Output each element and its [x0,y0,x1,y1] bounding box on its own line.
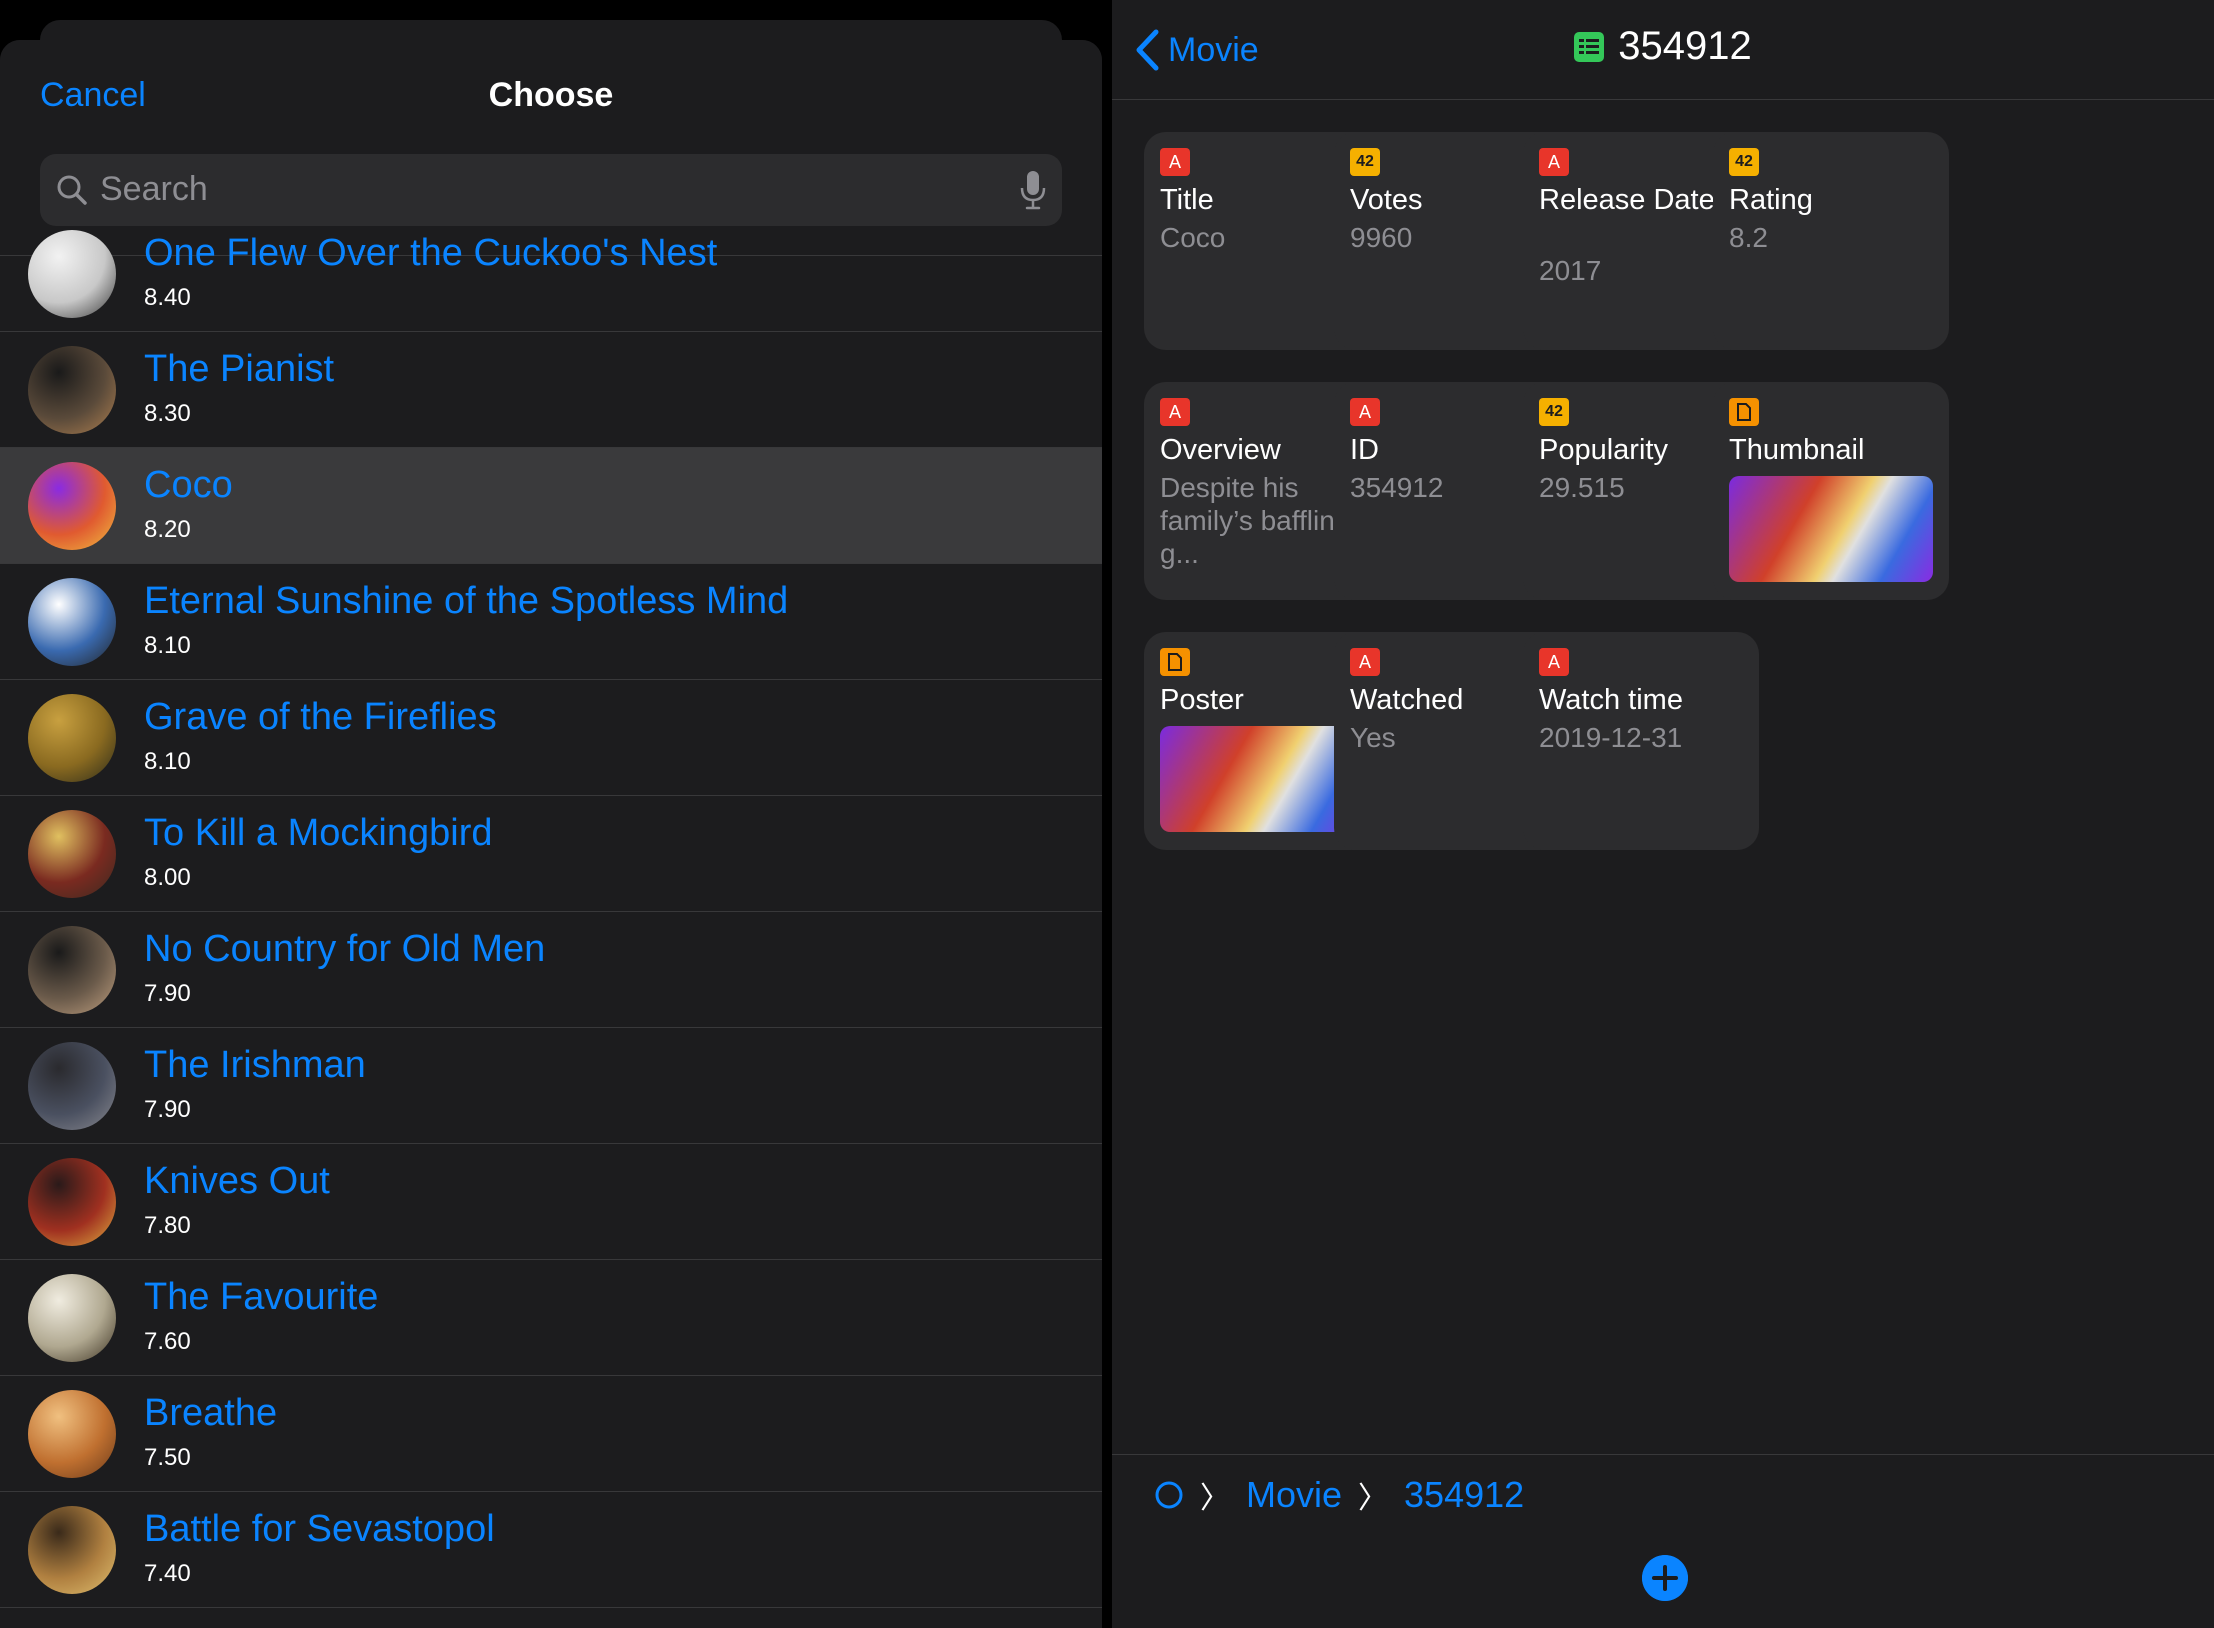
movie-title: The Irishman [144,1044,366,1086]
movie-title: Battle for Sevastopol [144,1508,495,1550]
number-type-icon: 42 [1729,148,1759,176]
movie-rating: 7.90 [144,980,191,1007]
field-value: 2019-12-31 [1539,722,1683,753]
list-item[interactable]: To Kill a Mockingbird 8.00 [0,796,1102,912]
search-icon [57,175,87,205]
movie-title: The Favourite [144,1276,379,1318]
breadcrumb: 〉 Movie 〉 354912 [1154,1473,1524,1517]
poster-thumbnail [28,1158,116,1246]
breadcrumb-item-movie[interactable]: Movie [1246,1474,1342,1516]
breadcrumb-separator-icon: 〉 [1358,1482,1389,1515]
text-type-icon: A [1539,148,1569,176]
movie-rating: 8.40 [144,284,191,311]
add-plus-icon[interactable] [1642,1555,1688,1601]
field-card[interactable]: Thumbnail [1713,382,1949,600]
split-divider[interactable] [1102,0,1112,1628]
poster-thumbnail [28,1506,116,1594]
movie-title: No Country for Old Men [144,928,546,970]
text-type-icon: A [1350,648,1380,676]
field-card[interactable]: A Watch time 2019-12-31 [1523,632,1759,850]
movie-title: Knives Out [144,1160,330,1202]
poster-thumbnail [28,230,116,318]
movie-title: The Pianist [144,348,335,390]
number-type-icon: 42 [1539,398,1569,426]
file-type-icon [1729,398,1759,426]
list-item[interactable]: The Irishman 7.90 [0,1028,1102,1144]
movie-rating: 7.60 [144,1328,191,1355]
field-image [1729,476,1933,582]
movie-title: Grave of the Fireflies [144,696,497,738]
list-item[interactable]: The Pianist 8.30 [0,332,1102,448]
movie-title: Eternal Sunshine of the Spotless Mind [144,580,789,622]
breadcrumb-separator-icon: 〉 [1200,1482,1230,1515]
list-item[interactable]: Coco 8.20 [0,448,1102,564]
movie-rating: 8.00 [144,864,191,891]
movie-rating: 7.80 [144,1212,191,1239]
poster-thumbnail [28,926,116,1014]
movie-rating: 7.40 [144,1560,191,1587]
movie-rating: 7.50 [144,1444,191,1471]
field-label: Watch time [1539,684,1683,716]
list-item[interactable]: Battle for Sevastopol 7.40 [0,1492,1102,1608]
search-placeholder: Search [100,170,208,208]
poster-thumbnail [28,810,116,898]
field-label: Rating [1729,184,1813,216]
record-title: 354912 [1112,24,2214,69]
movie-rating: 7.90 [144,1096,191,1123]
text-type-icon: A [1160,148,1190,176]
table-icon [1574,31,1605,62]
movie-title: Coco [144,464,233,506]
list-item[interactable]: Grave of the Fireflies 8.10 [0,680,1102,796]
movie-title: To Kill a Mockingbird [144,812,493,854]
poster-thumbnail [28,694,116,782]
list-item[interactable]: Eternal Sunshine of the Spotless Mind 8.1… [0,564,1102,680]
app-root: Cancel Choose Search One Flew Over the C… [0,0,2214,1628]
poster-thumbnail [28,578,116,666]
text-type-icon: A [1539,648,1569,676]
list-item[interactable]: Knives Out 7.80 [0,1144,1102,1260]
list-item[interactable]: Breathe 7.50 [0,1376,1102,1492]
list-item[interactable]: No Country for Old Men 7.90 [0,912,1102,1028]
movie-rating: 8.20 [144,516,191,543]
field-card[interactable]: 42 Rating 8.2 [1713,132,1949,350]
movie-rating: 8.10 [144,748,191,775]
poster-thumbnail [28,346,116,434]
field-label: Thumbnail [1729,434,1865,466]
list-item[interactable]: One Flew Over the Cuckoo's Nest 8.40 [0,216,1102,332]
footer-bar: 〉 Movie 〉 354912 [1112,1454,2214,1628]
poster-thumbnail [28,1042,116,1130]
breadcrumb-item-record[interactable]: 354912 [1404,1474,1524,1516]
text-type-icon: A [1160,398,1190,426]
movie-rating: 8.30 [144,400,191,427]
choose-panel: Cancel Choose Search One Flew Over the C… [0,0,1102,1628]
text-type-icon: A [1350,398,1380,426]
number-type-icon: 42 [1350,148,1380,176]
microphone-icon[interactable] [1018,168,1048,212]
poster-thumbnail [28,462,116,550]
record-title-text: 354912 [1618,24,1752,68]
movie-title: Breathe [144,1392,278,1434]
field-value: 8.2 [1729,222,1768,253]
sheet-title: Choose [488,76,614,114]
list-item[interactable]: The Favourite 7.60 [0,1260,1102,1376]
movie-rating: 8.10 [144,632,191,659]
detail-panel: Movie 354912 A Title Coco 42 Votes 9960 A Relea… [1112,0,2214,1628]
movie-title: One Flew Over the Cuckoo's Nest [144,232,718,274]
navigation-bar: Movie 354912 [1112,0,2214,100]
poster-thumbnail [28,1390,116,1478]
movie-list: One Flew Over the Cuckoo's Nest 8.40 The P… [0,216,1102,1608]
circle-icon[interactable] [1154,1480,1184,1510]
file-type-icon [1160,648,1190,676]
poster-thumbnail [28,1274,116,1362]
